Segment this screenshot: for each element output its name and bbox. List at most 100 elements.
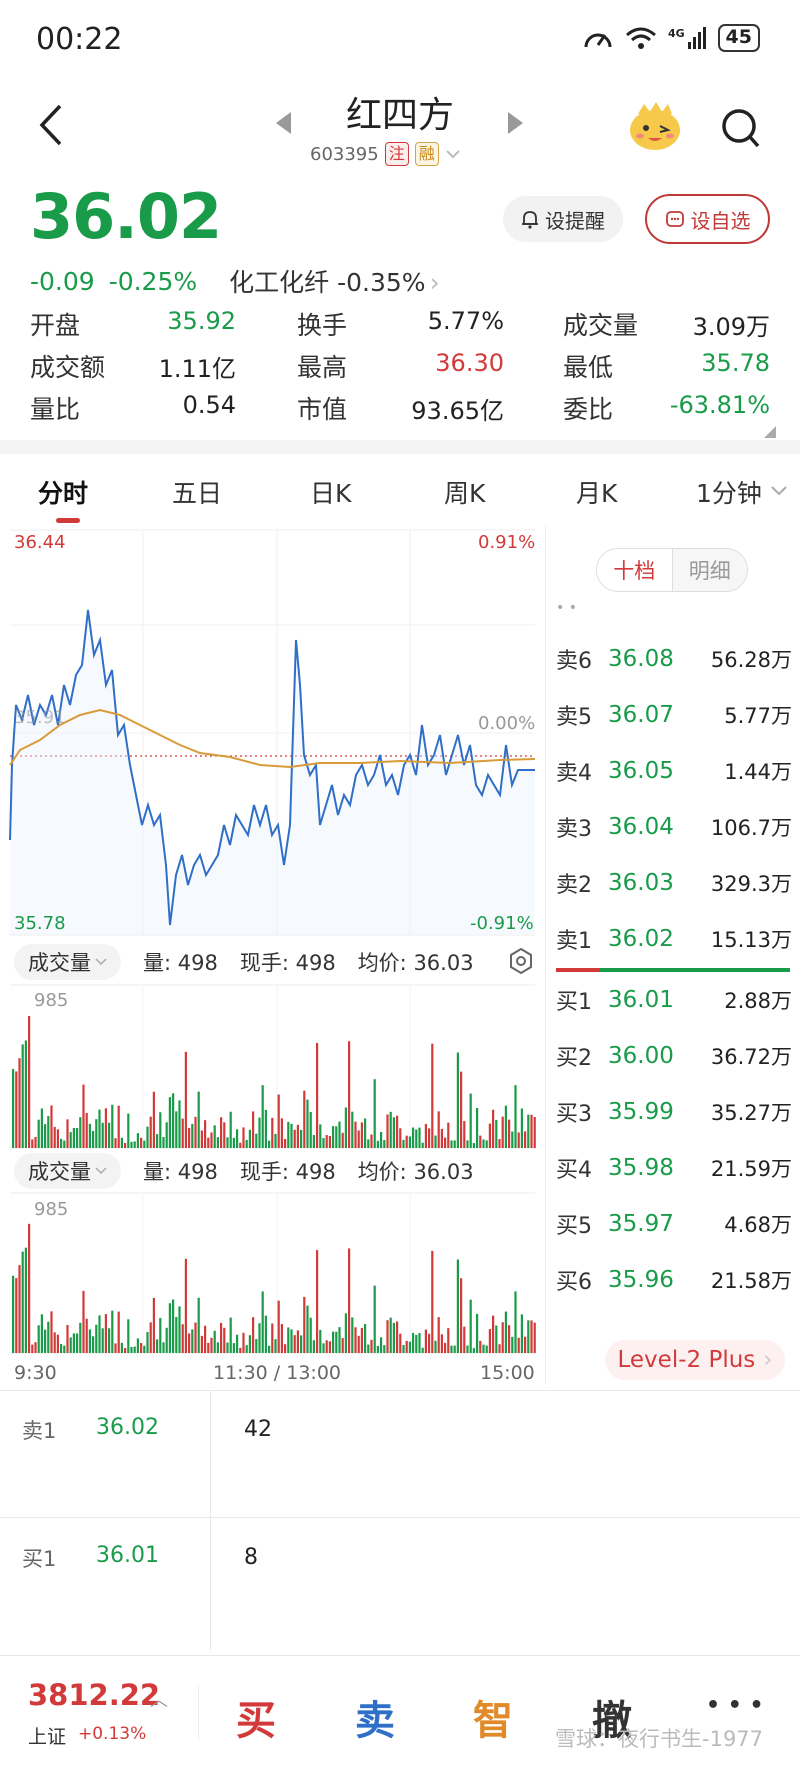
- volume-max-label-1: 985: [34, 990, 69, 1011]
- stat-value: 35.78: [701, 349, 770, 377]
- depth-volume: 5.77万: [724, 704, 792, 728]
- sell-button[interactable]: 卖: [335, 1688, 415, 1746]
- chart-price-mid: 35.91: [14, 707, 66, 728]
- chevron-up-icon[interactable]: ︿: [150, 1686, 168, 1712]
- indicator-hand: 现手: 498: [239, 1160, 336, 1184]
- depth-row[interactable]: 买4 35.98 21.59万: [556, 1148, 792, 1188]
- depth-row[interactable]: 买6 35.96 21.58万: [556, 1260, 792, 1300]
- stat-value: 35.92: [167, 307, 236, 335]
- time-end: 15:00: [480, 1362, 535, 1384]
- depth-price: 36.05: [608, 758, 674, 784]
- tab-ten-levels[interactable]: 十档: [597, 549, 673, 591]
- depth-volume: 4.68万: [724, 1213, 792, 1237]
- depth-label: 买4: [556, 1158, 592, 1183]
- section-divider: [0, 440, 800, 454]
- index-value[interactable]: 3812.22: [28, 1678, 160, 1712]
- chevron-right-icon: ›: [763, 1347, 773, 1373]
- stat-value: 1.11亿: [158, 355, 236, 383]
- depth-row[interactable]: 卖1 36.02 15.13万: [556, 919, 792, 959]
- depth-price: 36.04: [608, 814, 674, 840]
- depth-row[interactable]: 卖4 36.05 1.44万: [556, 751, 792, 791]
- indicator-volume: 量: 498: [143, 1160, 218, 1184]
- status-time: 00:22: [36, 22, 123, 57]
- chevron-down-icon: [446, 150, 460, 159]
- depth-volume: 35.27万: [710, 1101, 792, 1125]
- chart-tab[interactable]: 日K: [310, 474, 351, 510]
- volume-max-label-2: 985: [34, 1199, 69, 1220]
- indicator-select[interactable]: 成交量: [14, 944, 121, 980]
- chart-pct-zero: 0.00%: [478, 713, 536, 734]
- active-tab-indicator: [56, 518, 80, 523]
- depth-volume: 21.58万: [710, 1269, 792, 1293]
- depth-split-bid: [600, 968, 790, 972]
- mascot-icon[interactable]: [626, 100, 684, 152]
- depth-toggle: 十档 明细: [596, 548, 748, 592]
- indicator-name: 成交量: [28, 1160, 91, 1184]
- depth-row[interactable]: 买1 36.01 2.88万: [556, 980, 792, 1020]
- search-icon[interactable]: [720, 106, 762, 152]
- registration-tag: 注: [384, 142, 409, 166]
- panel-divider: [545, 525, 546, 1385]
- settings-icon[interactable]: [508, 948, 534, 974]
- depth-volume: 2.88万: [724, 989, 792, 1013]
- chevron-down-icon[interactable]: [770, 485, 788, 497]
- stat-value: 3.09万: [692, 313, 770, 341]
- order-label: 买1: [22, 1547, 57, 1571]
- signal-icon: 4G: [668, 27, 706, 49]
- depth-label: 买6: [556, 1270, 592, 1295]
- depth-volume: 15.13万: [710, 928, 792, 952]
- stat-label: 成交额: [30, 353, 106, 382]
- depth-price: 35.96: [608, 1267, 674, 1293]
- depth-label: 买3: [556, 1102, 592, 1127]
- depth-label: 卖5: [556, 705, 592, 730]
- more-levels-hint: • •: [556, 600, 577, 616]
- depth-price: 36.03: [608, 870, 674, 896]
- status-icons: 4G 45: [582, 24, 760, 52]
- sector-name: 化工化纤: [229, 268, 330, 297]
- buy-button[interactable]: 买: [216, 1688, 296, 1746]
- stat-value: 5.77%: [427, 307, 504, 335]
- depth-row[interactable]: 买2 36.00 36.72万: [556, 1036, 792, 1076]
- indicator-select[interactable]: 成交量: [14, 1153, 121, 1189]
- more-icon[interactable]: • • •: [706, 1693, 764, 1718]
- chart-tab[interactable]: 月K: [576, 474, 617, 510]
- chart-pct-high: 0.91%: [478, 532, 536, 553]
- chart-tab[interactable]: 五日: [172, 474, 222, 510]
- depth-volume: 106.7万: [710, 816, 792, 840]
- index-name: 上证: [28, 1726, 67, 1748]
- tab-details[interactable]: 明细: [672, 549, 747, 591]
- chart-price-low: 35.78: [14, 913, 66, 934]
- next-stock-arrow[interactable]: [508, 112, 523, 134]
- depth-label: 卖2: [556, 873, 592, 898]
- depth-label: 卖1: [556, 929, 592, 954]
- depth-row[interactable]: 买3 35.99 35.27万: [556, 1092, 792, 1132]
- chart-price-high: 36.44: [14, 532, 66, 553]
- depth-row[interactable]: 卖2 36.03 329.3万: [556, 863, 792, 903]
- depth-row[interactable]: 卖3 36.04 106.7万: [556, 807, 792, 847]
- chart-tab[interactable]: 周K: [444, 474, 485, 510]
- add-watchlist-button[interactable]: 设自选: [645, 194, 770, 244]
- smart-button[interactable]: 智: [453, 1688, 533, 1746]
- depth-volume: 1.44万: [724, 760, 792, 784]
- wifi-icon: [625, 27, 656, 49]
- stat-label: 最低: [563, 353, 614, 382]
- depth-row[interactable]: 买5 35.97 4.68万: [556, 1204, 792, 1244]
- indicator-bar-2: 成交量 量: 498 现手: 498 均价: 36.03: [14, 1153, 544, 1189]
- corner-expand-icon[interactable]: [764, 426, 776, 438]
- stock-code-line[interactable]: 603395 注 融: [310, 142, 461, 166]
- chart-tab[interactable]: 1分钟: [696, 474, 762, 510]
- sector-link[interactable]: 化工化纤 -0.35% ›: [229, 263, 439, 299]
- chart-tab[interactable]: 分时: [38, 474, 88, 510]
- set-alert-button[interactable]: 设提醒: [503, 196, 623, 242]
- depth-price: 35.99: [608, 1099, 674, 1125]
- depth-price: 36.02: [608, 926, 674, 952]
- depth-price: 36.08: [608, 646, 674, 672]
- chevron-down-icon: [95, 958, 107, 966]
- depth-label: 卖3: [556, 817, 592, 842]
- level2-plus-button[interactable]: Level-2 Plus ›: [605, 1340, 785, 1380]
- depth-volume: 36.72万: [710, 1045, 792, 1069]
- indicator-name: 成交量: [28, 951, 91, 975]
- depth-row[interactable]: 卖5 36.07 5.77万: [556, 695, 792, 735]
- level2-label: Level-2 Plus: [617, 1347, 756, 1373]
- depth-row[interactable]: 卖6 36.08 56.28万: [556, 639, 792, 679]
